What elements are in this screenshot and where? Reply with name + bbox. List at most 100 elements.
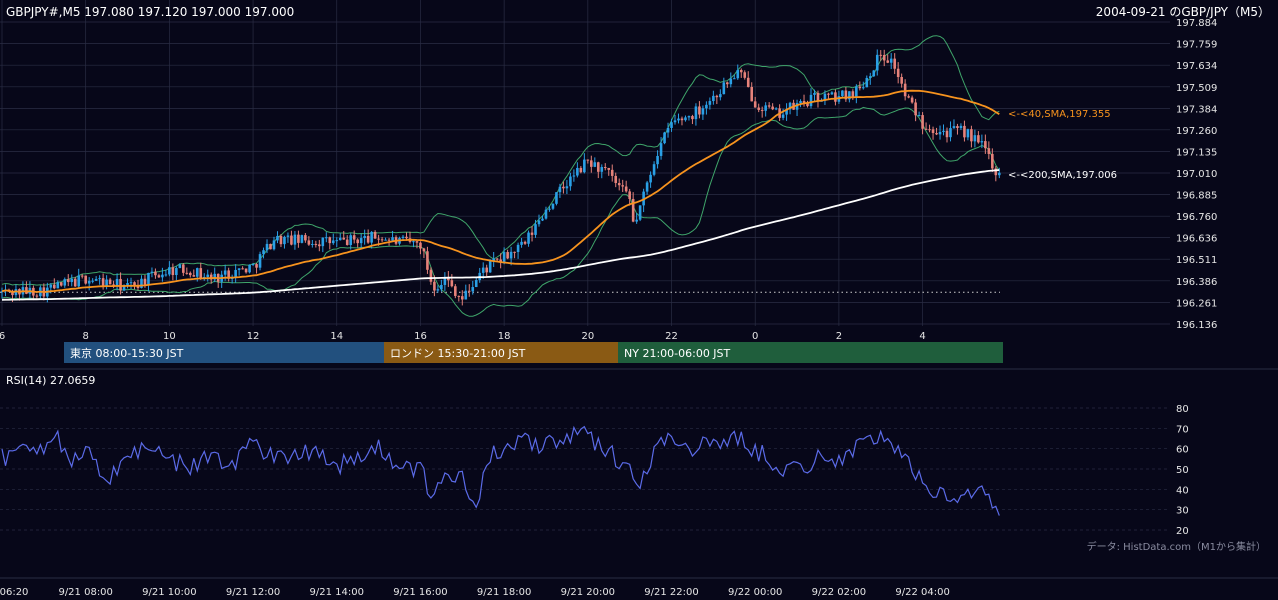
rsi-tick-label: 30 xyxy=(1176,506,1189,517)
candle-body xyxy=(80,275,84,277)
candle-body xyxy=(614,175,618,184)
candle-body xyxy=(457,295,461,297)
candle-body xyxy=(921,115,924,129)
price-tick-label: 196.511 xyxy=(1176,255,1217,266)
bottom-time-label: 9/21 14:00 xyxy=(310,587,364,598)
candle-body xyxy=(66,279,70,283)
candle-body xyxy=(370,231,373,243)
time-tick-label: 22 xyxy=(665,331,678,342)
rsi-tick-label: 20 xyxy=(1176,526,1189,537)
candle-body xyxy=(942,130,945,132)
candle-body xyxy=(523,241,527,244)
session-ny-label: NY 21:00-06:00 JST xyxy=(624,347,731,360)
time-tick-label: 16 xyxy=(414,331,427,342)
candle-body xyxy=(872,70,876,77)
candle-body xyxy=(464,290,468,300)
candle-body xyxy=(70,278,74,283)
candle-body xyxy=(767,105,771,107)
candle-body xyxy=(56,282,60,289)
candle-body xyxy=(628,191,631,199)
candle-body xyxy=(342,237,346,240)
candle-body xyxy=(534,224,537,235)
candle-body xyxy=(450,280,454,287)
candle-body xyxy=(460,296,464,300)
candle-body xyxy=(579,167,583,173)
candle-body xyxy=(495,258,499,260)
candle-body xyxy=(659,143,663,156)
rsi-title: RSI(14) 27.0659 xyxy=(6,374,95,387)
candle-body xyxy=(436,289,440,291)
candle-body xyxy=(963,125,966,138)
candle-body xyxy=(830,92,834,95)
session-tokyo-label: 東京 08:00-15:30 JST xyxy=(70,346,184,360)
candle-body xyxy=(698,106,701,115)
candle-body xyxy=(63,279,67,286)
candle-body xyxy=(244,268,248,273)
candle-body xyxy=(338,237,342,241)
candle-body xyxy=(251,264,255,266)
candle-body xyxy=(279,235,283,245)
candle-body xyxy=(391,237,394,241)
candle-body xyxy=(956,126,959,129)
candle-body xyxy=(865,77,869,88)
source-note: データ: HistData.com（M1から集計） xyxy=(1087,540,1266,553)
session-bar: 東京 08:00-15:30 JST ロンドン 15:30-21:00 JST … xyxy=(64,342,1003,363)
candle-body xyxy=(101,278,105,286)
candle-body xyxy=(422,248,426,252)
candle-body xyxy=(621,185,624,187)
candle-body xyxy=(255,264,258,268)
time-tick-label: 10 xyxy=(163,331,176,342)
candle-body xyxy=(649,174,652,183)
rsi-tick-label: 70 xyxy=(1176,424,1189,435)
session-london-label: ロンドン 15:30-21:00 JST xyxy=(390,347,526,360)
candle-body xyxy=(705,104,708,109)
candle-body xyxy=(656,155,659,165)
candle-body xyxy=(265,243,269,251)
candle-body xyxy=(185,272,189,274)
time-tick-label: 2 xyxy=(836,331,842,342)
candle-body xyxy=(687,116,691,118)
candle-body xyxy=(77,275,81,287)
candle-body xyxy=(764,105,767,111)
candle-body xyxy=(272,240,276,250)
candle-body xyxy=(624,186,628,192)
time-tick-label: 20 xyxy=(581,331,594,342)
time-tick-label: 8 xyxy=(83,331,89,342)
candle-body xyxy=(304,235,307,241)
candle-body xyxy=(161,274,164,278)
candle-body xyxy=(900,77,903,84)
candle-body xyxy=(701,108,705,115)
candle-body xyxy=(143,278,147,285)
candle-body xyxy=(290,235,293,245)
candle-body xyxy=(314,243,318,245)
candle-body xyxy=(387,239,391,241)
time-tick-label: 0 xyxy=(752,331,758,342)
candle-body xyxy=(952,126,956,129)
candle-body xyxy=(917,115,921,117)
candle-body xyxy=(171,267,175,276)
candle-body xyxy=(206,274,210,277)
candle-body xyxy=(746,77,750,87)
candle-body xyxy=(454,286,457,296)
time-tick-label: 6 xyxy=(0,331,5,342)
candle-body xyxy=(129,282,133,284)
candle-body xyxy=(471,287,475,292)
candle-body xyxy=(297,234,300,243)
candle-body xyxy=(324,237,328,239)
sma200-label: <-<200,SMA,197.006 xyxy=(1008,170,1117,181)
candle-body xyxy=(757,107,760,110)
candle-body xyxy=(590,160,593,167)
candle-body xyxy=(366,235,370,243)
candle-body xyxy=(816,92,820,101)
candle-body xyxy=(739,69,743,73)
candle-body xyxy=(998,172,1001,176)
price-tick-label: 197.634 xyxy=(1176,61,1217,72)
candle-body xyxy=(882,55,886,61)
candle-body xyxy=(910,97,914,103)
candle-body xyxy=(635,219,638,222)
candle-body xyxy=(91,280,94,282)
candle-body xyxy=(855,86,858,98)
price-tick-label: 197.384 xyxy=(1176,104,1217,115)
candle-body xyxy=(760,109,764,111)
candle-body xyxy=(603,167,607,169)
